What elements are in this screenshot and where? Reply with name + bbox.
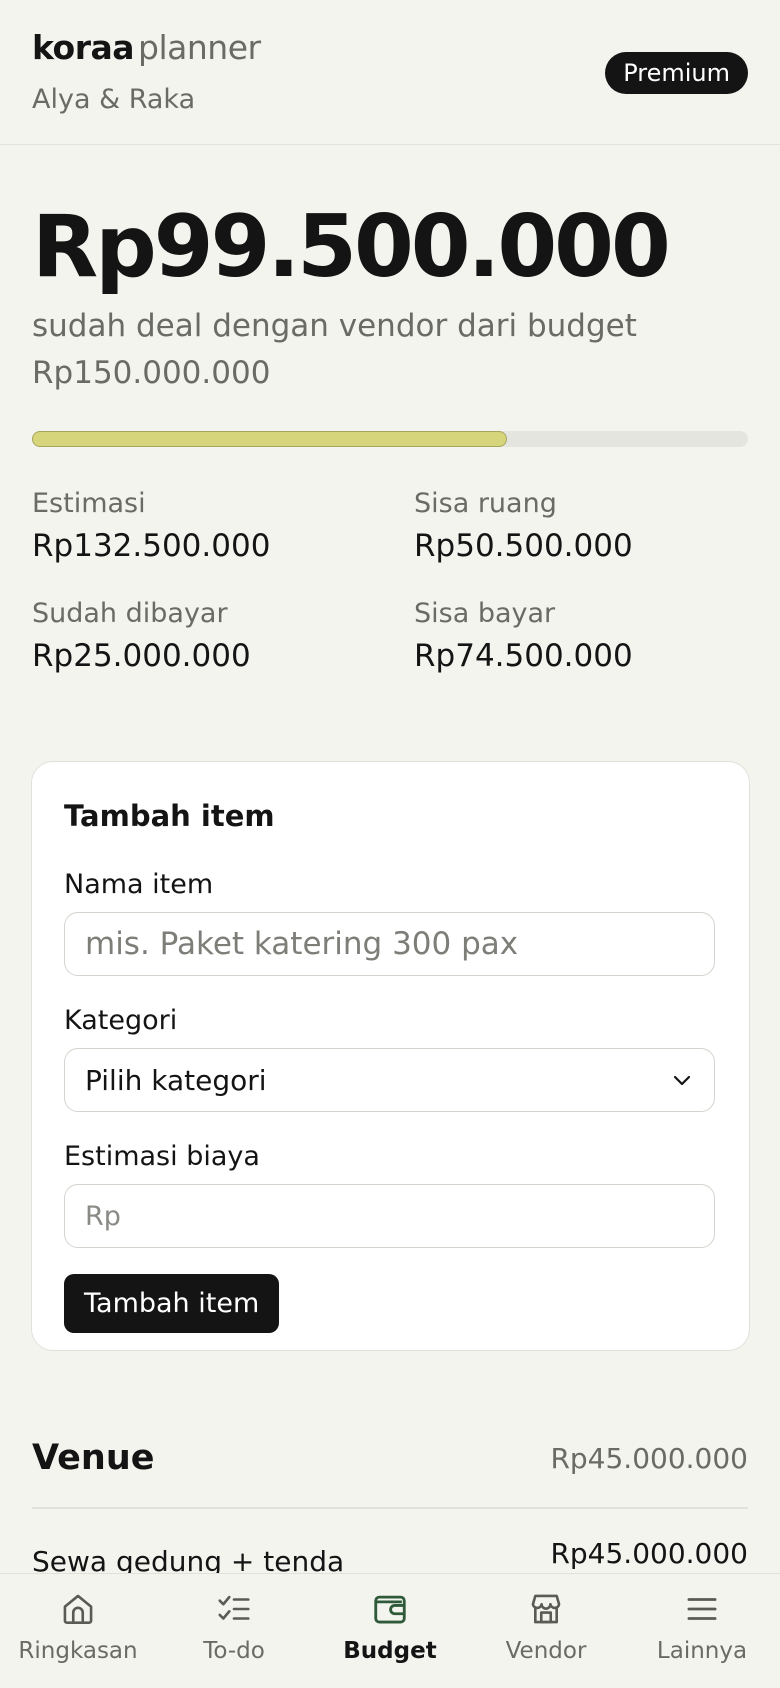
item-name-input[interactable]: mis. Paket katering 300 pax xyxy=(64,912,715,976)
budget-subtitle: sudah deal dengan vendor dari budget Rp1… xyxy=(32,308,637,391)
name-label: Nama item xyxy=(64,869,214,900)
category-label: Kategori xyxy=(64,1005,178,1036)
cost-label: Estimasi biaya xyxy=(64,1141,260,1172)
chevron-down-icon xyxy=(673,1075,691,1086)
stat-sisa-ruang: Sisa ruang Rp50.500.000 xyxy=(414,488,633,564)
category-section-venue: Venue Rp45.000.000 Sewa gedung + tenda R… xyxy=(0,1433,780,1578)
tab-budget[interactable]: Budget xyxy=(312,1574,468,1688)
tab-lainnya[interactable]: Lainnya xyxy=(624,1574,780,1688)
app-header: koraa planner Alya & Raka Premium xyxy=(0,0,780,145)
divider xyxy=(32,1507,748,1509)
stat-sudah-dibayar: Sudah dibayar Rp25.000.000 xyxy=(32,598,251,674)
premium-badge[interactable]: Premium xyxy=(605,52,748,94)
stat-estimasi: Estimasi Rp132.500.000 xyxy=(32,488,271,564)
add-item-card: Tambah item Nama item mis. Paket katerin… xyxy=(31,761,750,1351)
category-select[interactable]: Pilih kategori xyxy=(64,1048,715,1112)
tab-vendor[interactable]: Vendor xyxy=(468,1574,624,1688)
section-title: Venue xyxy=(32,1438,155,1478)
wallet-icon xyxy=(374,1595,406,1624)
budget-stats: Estimasi Rp132.500.000 Sisa ruang Rp50.5… xyxy=(32,487,748,675)
budget-summary: Rp99.500.000 sudah deal dengan vendor da… xyxy=(0,197,780,675)
tab-todo[interactable]: To-do xyxy=(156,1574,312,1688)
cost-input[interactable]: Rp xyxy=(64,1184,715,1248)
stat-sisa-bayar: Sisa bayar Rp74.500.000 xyxy=(414,598,633,674)
budget-progress-bar xyxy=(32,431,748,447)
store-icon xyxy=(531,1594,561,1624)
add-item-button[interactable]: Tambah item xyxy=(64,1274,280,1333)
budget-progress-fill xyxy=(32,431,507,447)
card-title: Tambah item xyxy=(64,799,275,833)
menu-icon xyxy=(687,1598,717,1620)
checklist-icon xyxy=(218,1595,250,1620)
home-icon xyxy=(63,1594,93,1624)
deal-total: Rp99.500.000 xyxy=(32,197,671,297)
bottom-tab-bar: Ringkasan To-do Budget Vendor Lainnya xyxy=(0,1573,780,1688)
tab-ringkasan[interactable]: Ringkasan xyxy=(0,1574,156,1688)
section-total: Rp45.000.000 xyxy=(550,1441,748,1475)
